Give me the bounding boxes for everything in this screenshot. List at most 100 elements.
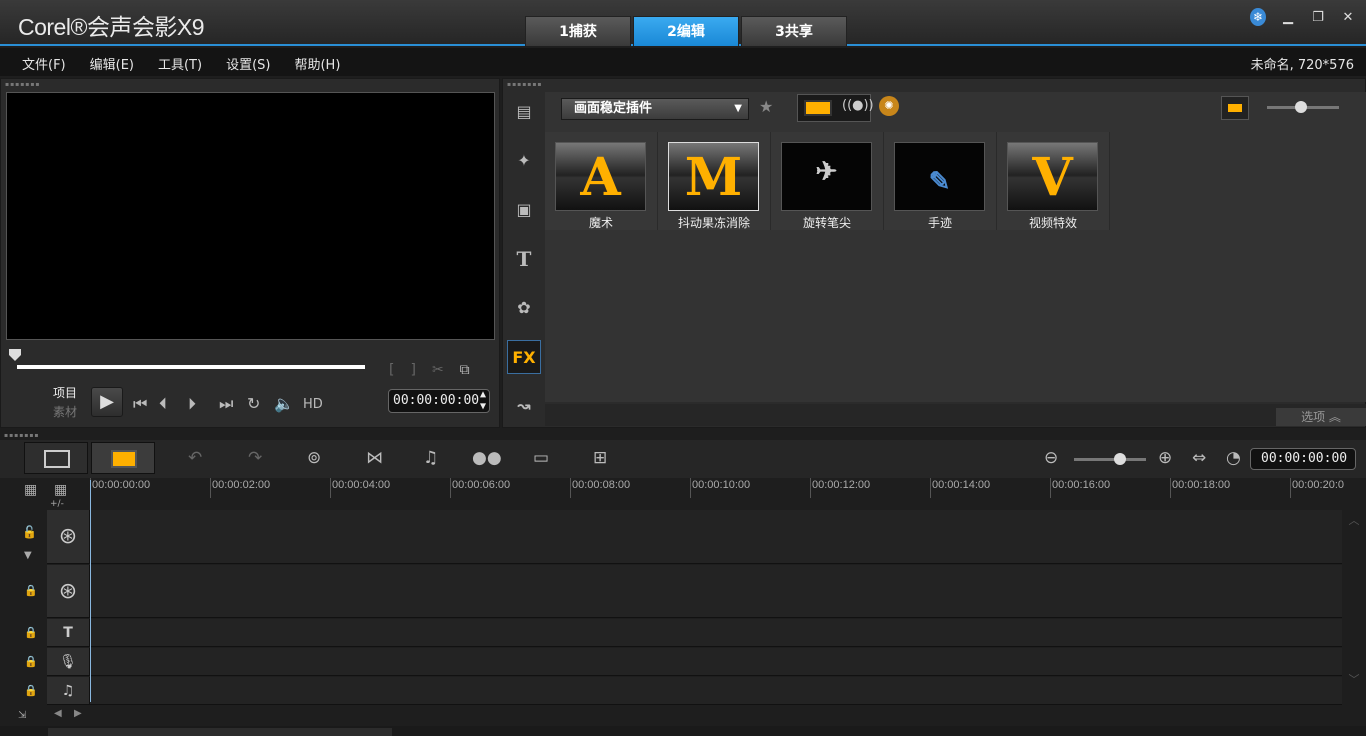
lock-icon[interactable]: 🔒 xyxy=(24,584,38,597)
add-remove-track-button[interactable]: +/- xyxy=(50,499,64,509)
list-view-button[interactable] xyxy=(1221,96,1249,120)
film-reel-icon[interactable]: ⊛ xyxy=(59,579,77,604)
lock-icon[interactable]: 🔒 xyxy=(24,684,38,697)
scrubber-bar[interactable] xyxy=(17,365,365,369)
media-tab-icon[interactable]: ▤ xyxy=(507,95,541,129)
snowflake-icon[interactable]: ❄ xyxy=(1250,8,1266,26)
scrubber-handle[interactable] xyxy=(9,349,21,361)
vertical-scrollbar[interactable]: ︿ ﹀ xyxy=(1344,512,1364,702)
get-more-icon[interactable]: ✺ xyxy=(879,96,899,116)
motion-tracking-icon[interactable]: ●● xyxy=(472,448,502,468)
menu-help[interactable]: 帮助(H) xyxy=(294,54,340,73)
project-mode-label[interactable]: 项目 xyxy=(53,384,77,401)
path-tab-icon[interactable]: ↝ xyxy=(507,389,541,423)
track-lane[interactable] xyxy=(91,648,1342,675)
zoom-slider[interactable] xyxy=(1074,453,1146,465)
zoom-slider-knob[interactable] xyxy=(1114,453,1126,465)
go-to-start-icon[interactable]: ⏮ xyxy=(133,394,147,414)
menu-edit[interactable]: 编辑(E) xyxy=(90,54,134,73)
chevron-down-icon[interactable]: ▼ xyxy=(24,550,32,561)
scroll-left-icon[interactable]: ◀ xyxy=(54,708,62,719)
track-manager-icon[interactable]: ▦ xyxy=(24,482,37,498)
mark-in-icon[interactable]: [ xyxy=(389,362,394,378)
thumbnail-item[interactable]: ✎ 手迹 xyxy=(884,132,997,230)
play-button[interactable]: ▶ xyxy=(91,387,123,417)
ruler-tick: 00:00:12:00 xyxy=(810,478,870,498)
redo-icon[interactable]: ↷ xyxy=(248,448,262,468)
options-button[interactable]: 选项 ︽ xyxy=(1276,408,1366,426)
panel-grip[interactable]: ▪▪▪▪▪▪▪ xyxy=(4,433,39,439)
timeline-view-button[interactable] xyxy=(91,442,155,474)
subtitle-editor-icon[interactable]: ▭ xyxy=(533,448,549,468)
thumbnail-item[interactable]: ✈ 旋转笔尖 xyxy=(771,132,884,230)
go-to-end-icon[interactable]: ⏭ xyxy=(219,394,233,414)
mark-out-icon[interactable]: ] xyxy=(410,362,415,378)
next-frame-icon[interactable]: ⏵ xyxy=(188,394,196,414)
chapter-cue-icon[interactable]: ▦ xyxy=(54,482,67,498)
menu-tools[interactable]: 工具(T) xyxy=(158,54,202,73)
filter-category-dropdown[interactable]: 画面稳定插件 ▼ xyxy=(561,98,749,120)
slider-knob[interactable] xyxy=(1295,101,1307,113)
auto-music-icon[interactable]: ♫ xyxy=(423,448,438,468)
track-header: T xyxy=(47,619,90,646)
undo-icon[interactable]: ↶ xyxy=(188,448,202,468)
add-favorite-icon[interactable]: ★ xyxy=(759,97,773,116)
panel-grip[interactable]: ▪▪▪▪▪▪▪ xyxy=(5,82,40,88)
fit-project-icon[interactable]: ⇔ xyxy=(1192,448,1206,468)
music-note-icon[interactable]: ♫ xyxy=(62,683,75,699)
track-lane[interactable] xyxy=(91,565,1342,617)
lock-icon[interactable]: 🔒 xyxy=(24,655,38,668)
volume-icon[interactable]: 🔈 xyxy=(274,394,294,413)
tab-edit[interactable]: 2编辑 xyxy=(633,16,739,46)
transition-tab-icon[interactable]: ▣ xyxy=(507,193,541,227)
graphics-tab-icon[interactable]: ✿ xyxy=(507,291,541,325)
clock-icon[interactable]: ◔ xyxy=(1226,448,1241,468)
zoom-in-icon[interactable]: ⊕ xyxy=(1158,448,1172,468)
menu-settings[interactable]: 设置(S) xyxy=(226,54,270,73)
track-lane[interactable] xyxy=(91,677,1342,704)
minimize-icon[interactable]: ▁ xyxy=(1280,10,1296,25)
filter-tab[interactable]: FX xyxy=(507,340,541,374)
previous-frame-icon[interactable]: ⏴ xyxy=(159,394,167,414)
panel-grip[interactable]: ▪▪▪▪▪▪▪ xyxy=(507,82,542,88)
tab-share[interactable]: 3共享 xyxy=(741,16,847,46)
instant-project-tab-icon[interactable]: ✦ xyxy=(507,144,541,178)
clip-mode-label[interactable]: 素材 xyxy=(53,403,77,420)
zoom-out-icon[interactable]: ⊖ xyxy=(1044,448,1058,468)
repeat-icon[interactable]: ↻ xyxy=(247,394,260,413)
preview-timecode[interactable]: 00:00:00:00 ▲ ▼ xyxy=(388,389,490,413)
thumbnail-size-slider[interactable] xyxy=(1267,101,1339,113)
hd-preview-button[interactable]: HD xyxy=(303,397,323,412)
audio-filter-toggle[interactable]: ((●)) xyxy=(842,98,874,113)
restore-icon[interactable]: ❐ xyxy=(1310,10,1326,25)
track-lane[interactable] xyxy=(91,619,1342,646)
thumbnail-item[interactable]: V 视频特效 xyxy=(997,132,1110,230)
horizontal-scrollbar[interactable] xyxy=(48,728,392,736)
close-icon[interactable]: ✕ xyxy=(1340,10,1356,25)
storyboard-view-button[interactable] xyxy=(24,442,88,474)
menu-file[interactable]: 文件(F) xyxy=(22,54,66,73)
ripple-edit-icon[interactable]: 🔓 xyxy=(22,525,37,539)
thumbnail-item[interactable]: M 抖动果冻消除 xyxy=(658,132,771,230)
preview-screen xyxy=(6,92,495,340)
sound-mixer-icon[interactable]: ⋈ xyxy=(366,448,383,468)
tab-capture[interactable]: 1捕获 xyxy=(525,16,631,46)
title-icon[interactable]: T xyxy=(63,625,73,641)
video-filter-toggle[interactable] xyxy=(804,100,832,116)
timeline-timecode[interactable]: 00:00:00:00 xyxy=(1250,448,1356,470)
add-track-icon[interactable]: ⇲ xyxy=(18,710,26,721)
enlarge-preview-icon[interactable]: ⧉ xyxy=(460,362,470,378)
thumbnail-item[interactable]: A 魔术 xyxy=(545,132,658,230)
split-scissors-icon[interactable]: ✂ xyxy=(432,362,444,378)
film-reel-icon[interactable]: ⊛ xyxy=(59,524,77,549)
voice-track: 🎙 xyxy=(47,648,1342,676)
playhead[interactable] xyxy=(90,480,91,702)
timecode-spinner-icon[interactable]: ▲ ▼ xyxy=(480,389,486,413)
microphone-icon[interactable]: 🎙 xyxy=(59,654,77,670)
track-lane[interactable] xyxy=(91,510,1342,563)
title-tab-icon[interactable]: T xyxy=(507,242,541,276)
lock-icon[interactable]: 🔒 xyxy=(24,626,38,639)
scroll-right-icon[interactable]: ▶ xyxy=(74,708,82,719)
record-capture-icon[interactable]: ⊚ xyxy=(307,448,321,468)
multi-camera-icon[interactable]: ⊞ xyxy=(593,448,607,468)
